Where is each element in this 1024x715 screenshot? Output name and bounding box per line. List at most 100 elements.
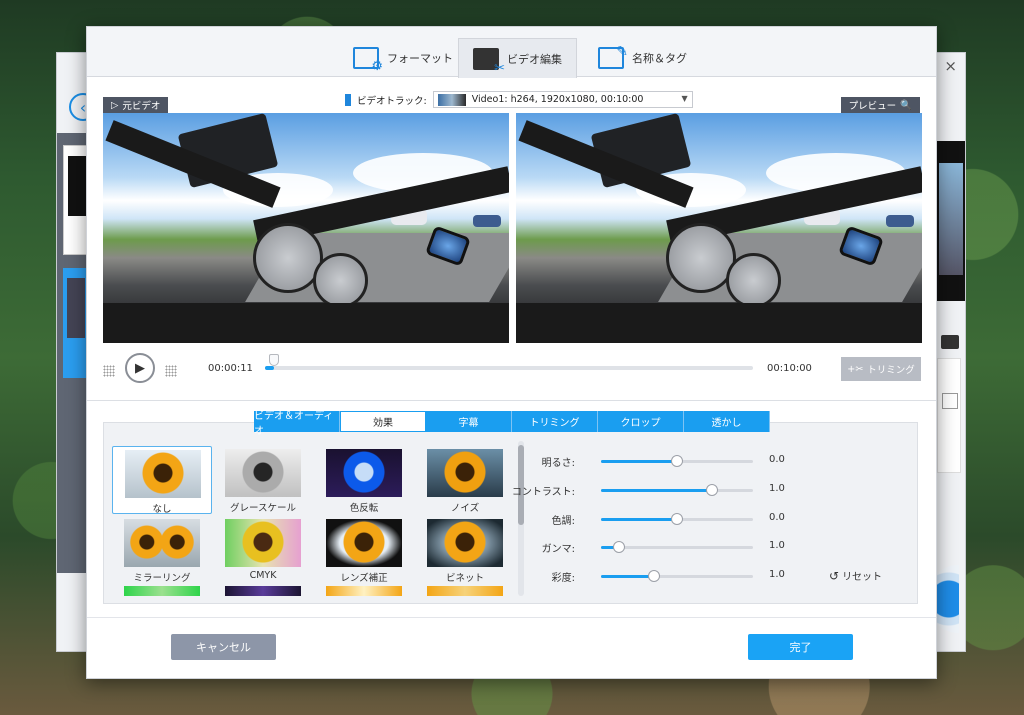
seek-bar[interactable] xyxy=(265,354,753,370)
reset-button[interactable]: ↺ リセット xyxy=(829,568,883,584)
effect-label: CMYK xyxy=(249,570,277,581)
effect-invert[interactable]: 色反転 xyxy=(314,446,414,514)
slider-gamma: ガンマ: 1.0 xyxy=(523,539,803,555)
footer-divider xyxy=(87,617,936,618)
effect-item-partial[interactable] xyxy=(112,584,212,596)
tab-format[interactable]: フォーマット xyxy=(339,39,467,77)
seek-handle[interactable] xyxy=(268,354,279,366)
effect-mirror[interactable]: ミラーリング xyxy=(112,516,212,584)
subtab-crop[interactable]: クロップ xyxy=(598,411,684,432)
slider-fill xyxy=(601,575,655,578)
slider-value: 1.0 xyxy=(769,483,785,494)
effect-thumbnail xyxy=(326,449,402,497)
video-track-select[interactable]: Video1: h264, 1920x1080, 00:10:00 ▼ xyxy=(432,91,693,108)
effect-vignette[interactable]: ビネット xyxy=(415,516,512,584)
effect-item-partial[interactable] xyxy=(415,584,512,596)
main-tab-bar: フォーマット ビデオ編集 名称＆タグ xyxy=(87,27,936,78)
video-edit-dialog: × フォーマット ビデオ編集 名称＆タグ ビデオトラック: Video1: h2… xyxy=(86,26,937,679)
play-icon: ▶ xyxy=(135,360,145,376)
background-close-icon[interactable]: × xyxy=(944,57,957,75)
effect-item-partial[interactable] xyxy=(213,584,313,596)
effect-lens-correction[interactable]: レンズ補正 xyxy=(314,516,414,584)
slider-value: 1.0 xyxy=(769,540,785,551)
format-settings-icon xyxy=(353,47,383,74)
effect-grayscale[interactable]: グレースケール xyxy=(213,446,313,514)
subtab-subtitles[interactable]: 字幕 xyxy=(426,411,512,432)
subtab-video-audio[interactable]: ビデオ＆オーディオ xyxy=(254,411,340,437)
play-triangle-icon: ▷ xyxy=(111,99,119,111)
scissors-plus-icon: +✂ xyxy=(847,363,864,375)
magnifier-icon: 🔍 xyxy=(900,99,912,111)
reset-arrow-icon: ↺ xyxy=(829,568,840,583)
effect-noise[interactable]: ノイズ xyxy=(415,446,512,514)
effect-thumbnail xyxy=(427,449,503,497)
seek-bar-progress xyxy=(265,366,274,370)
slider-knob[interactable] xyxy=(671,455,683,467)
effect-thumbnail xyxy=(125,450,201,498)
play-button[interactable]: ▶ xyxy=(125,353,155,383)
slider-track[interactable] xyxy=(601,541,753,553)
effect-label: なし xyxy=(152,504,172,515)
subtab-effects[interactable]: 効果 xyxy=(340,411,426,432)
slider-fill xyxy=(601,518,677,521)
slider-fill xyxy=(601,460,677,463)
tab-video-edit[interactable]: ビデオ編集 xyxy=(458,38,577,78)
tab-video-edit-label: ビデオ編集 xyxy=(507,52,562,66)
total-time: 00:10:00 xyxy=(767,363,812,374)
slider-knob[interactable] xyxy=(648,570,661,582)
slider-track[interactable] xyxy=(601,570,753,582)
effect-thumbnail xyxy=(427,519,503,567)
effect-thumbnail xyxy=(427,586,503,596)
source-video-frame xyxy=(103,113,509,343)
subtab-trim[interactable]: トリミング xyxy=(512,411,598,432)
effect-cmyk[interactable]: CMYK xyxy=(213,516,313,584)
background-file-list xyxy=(57,133,89,573)
done-button[interactable]: 完了 xyxy=(748,634,853,660)
slider-label: 彩度: xyxy=(551,573,575,584)
slider-track[interactable] xyxy=(601,455,753,467)
effect-thumbnail xyxy=(124,586,200,596)
slider-knob[interactable] xyxy=(705,484,718,496)
slider-track[interactable] xyxy=(601,484,753,496)
tab-name-tag[interactable]: 名称＆タグ xyxy=(584,39,701,77)
slider-label: 明るさ: xyxy=(541,458,575,469)
slider-hue: 色調: 0.0 xyxy=(523,511,803,527)
edit-subtab-bar: ビデオ＆オーディオ 効果 字幕 トリミング クロップ 透かし xyxy=(254,411,770,437)
effect-none[interactable]: なし xyxy=(112,446,212,515)
video-edit-icon xyxy=(473,47,505,76)
effect-item-partial[interactable] xyxy=(314,584,414,596)
cancel-button[interactable]: キャンセル xyxy=(171,634,276,660)
effects-grid: なし グレースケール 色反転 ノイズ ミラーリング CMYK レンズ補正 ビネッ… xyxy=(112,441,512,596)
preview-video-frame xyxy=(516,113,922,343)
slider-knob[interactable] xyxy=(671,513,683,525)
folder-icon[interactable] xyxy=(941,335,959,349)
effect-label: 色反転 xyxy=(349,503,379,514)
current-time: 00:00:11 xyxy=(208,363,253,374)
effect-thumbnail xyxy=(225,519,301,567)
video-track-row: ビデオトラック: Video1: h264, 1920x1080, 00:10:… xyxy=(345,91,693,108)
source-video-label: ▷ 元ビデオ xyxy=(103,97,169,113)
slider-value: 0.0 xyxy=(769,512,785,523)
grip-handle-right[interactable] xyxy=(165,365,177,377)
effect-label: ミラーリング xyxy=(133,573,191,584)
effect-label: レンズ補正 xyxy=(340,573,388,584)
video-track-icon xyxy=(345,93,351,106)
slider-fill xyxy=(601,489,712,492)
slider-label: ガンマ: xyxy=(541,544,575,555)
video-track-label: ビデオトラック: xyxy=(357,95,427,107)
name-tag-edit-icon xyxy=(598,44,628,69)
slider-track[interactable] xyxy=(601,513,753,525)
reset-button-label: リセット xyxy=(842,572,883,583)
slider-knob[interactable] xyxy=(613,541,626,553)
subtab-watermark[interactable]: 透かし xyxy=(684,411,770,432)
trim-button[interactable]: +✂ トリミング xyxy=(841,357,921,381)
background-side-panel xyxy=(937,358,961,473)
slider-value: 1.0 xyxy=(769,569,785,580)
effect-thumbnail xyxy=(326,586,402,596)
slider-label: 色調: xyxy=(551,516,575,527)
effect-thumbnail xyxy=(124,519,200,567)
grip-handle-left[interactable] xyxy=(103,365,115,377)
video-track-value: Video1: h264, 1920x1080, 00:10:00 xyxy=(471,94,644,105)
slider-saturation: 彩度: 1.0 xyxy=(523,568,803,584)
preview-label-text: プレビュー xyxy=(848,101,897,112)
